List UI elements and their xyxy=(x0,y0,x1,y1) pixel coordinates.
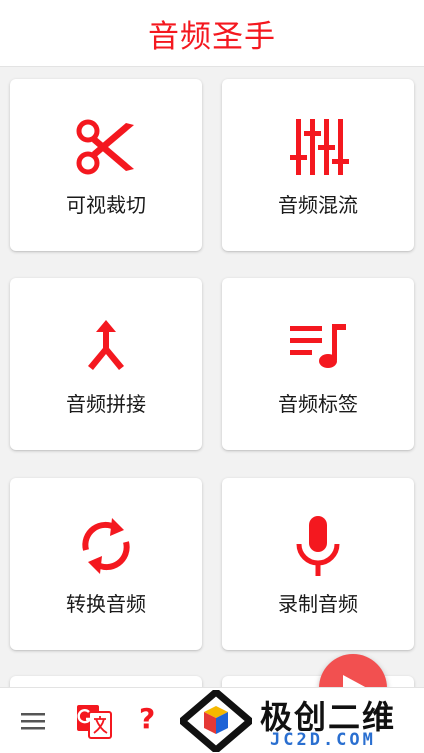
microphone-icon xyxy=(286,514,350,578)
feature-label: 音频拼接 xyxy=(66,392,146,416)
help-button[interactable]: ? xyxy=(139,702,155,735)
translate-icon[interactable] xyxy=(76,703,112,739)
scissors-icon xyxy=(74,115,138,179)
hamburger-menu-icon[interactable] xyxy=(20,709,46,733)
bottom-toolbar: ? 极创二维 JC2D.COM xyxy=(0,687,424,753)
app-header: 音频圣手 xyxy=(0,0,424,67)
feature-card-convert-audio[interactable]: 转换音频 xyxy=(10,478,202,650)
sync-arrows-icon xyxy=(74,514,138,578)
feature-card-visual-cut[interactable]: 可视裁切 xyxy=(10,79,202,251)
feature-card-audio-mix[interactable]: 音频混流 xyxy=(222,79,414,251)
watermark-overlay: 极创二维 JC2D.COM xyxy=(176,687,424,753)
feature-card-record-audio[interactable]: 录制音频 xyxy=(222,478,414,650)
feature-card-audio-join[interactable]: 音频拼接 xyxy=(10,278,202,450)
feature-card-audio-tag[interactable]: 音频标签 xyxy=(222,278,414,450)
app-title: 音频圣手 xyxy=(148,18,276,55)
app-root: 音频圣手 可视裁切 音频混流 音频拼接 音频标签 转换音频 录制音频 ? 极创二… xyxy=(0,0,424,753)
feature-label: 音频混流 xyxy=(278,193,358,217)
merge-arrow-icon xyxy=(74,314,138,378)
feature-label: 音频标签 xyxy=(278,392,358,416)
watermark-domain: JC2D.COM xyxy=(270,730,376,750)
watermark-logo-icon xyxy=(176,687,256,753)
feature-label: 录制音频 xyxy=(278,592,358,616)
playlist-note-icon xyxy=(286,314,350,378)
feature-label: 可视裁切 xyxy=(66,193,146,217)
equalizer-sliders-icon xyxy=(286,115,350,179)
feature-label: 转换音频 xyxy=(66,592,146,616)
